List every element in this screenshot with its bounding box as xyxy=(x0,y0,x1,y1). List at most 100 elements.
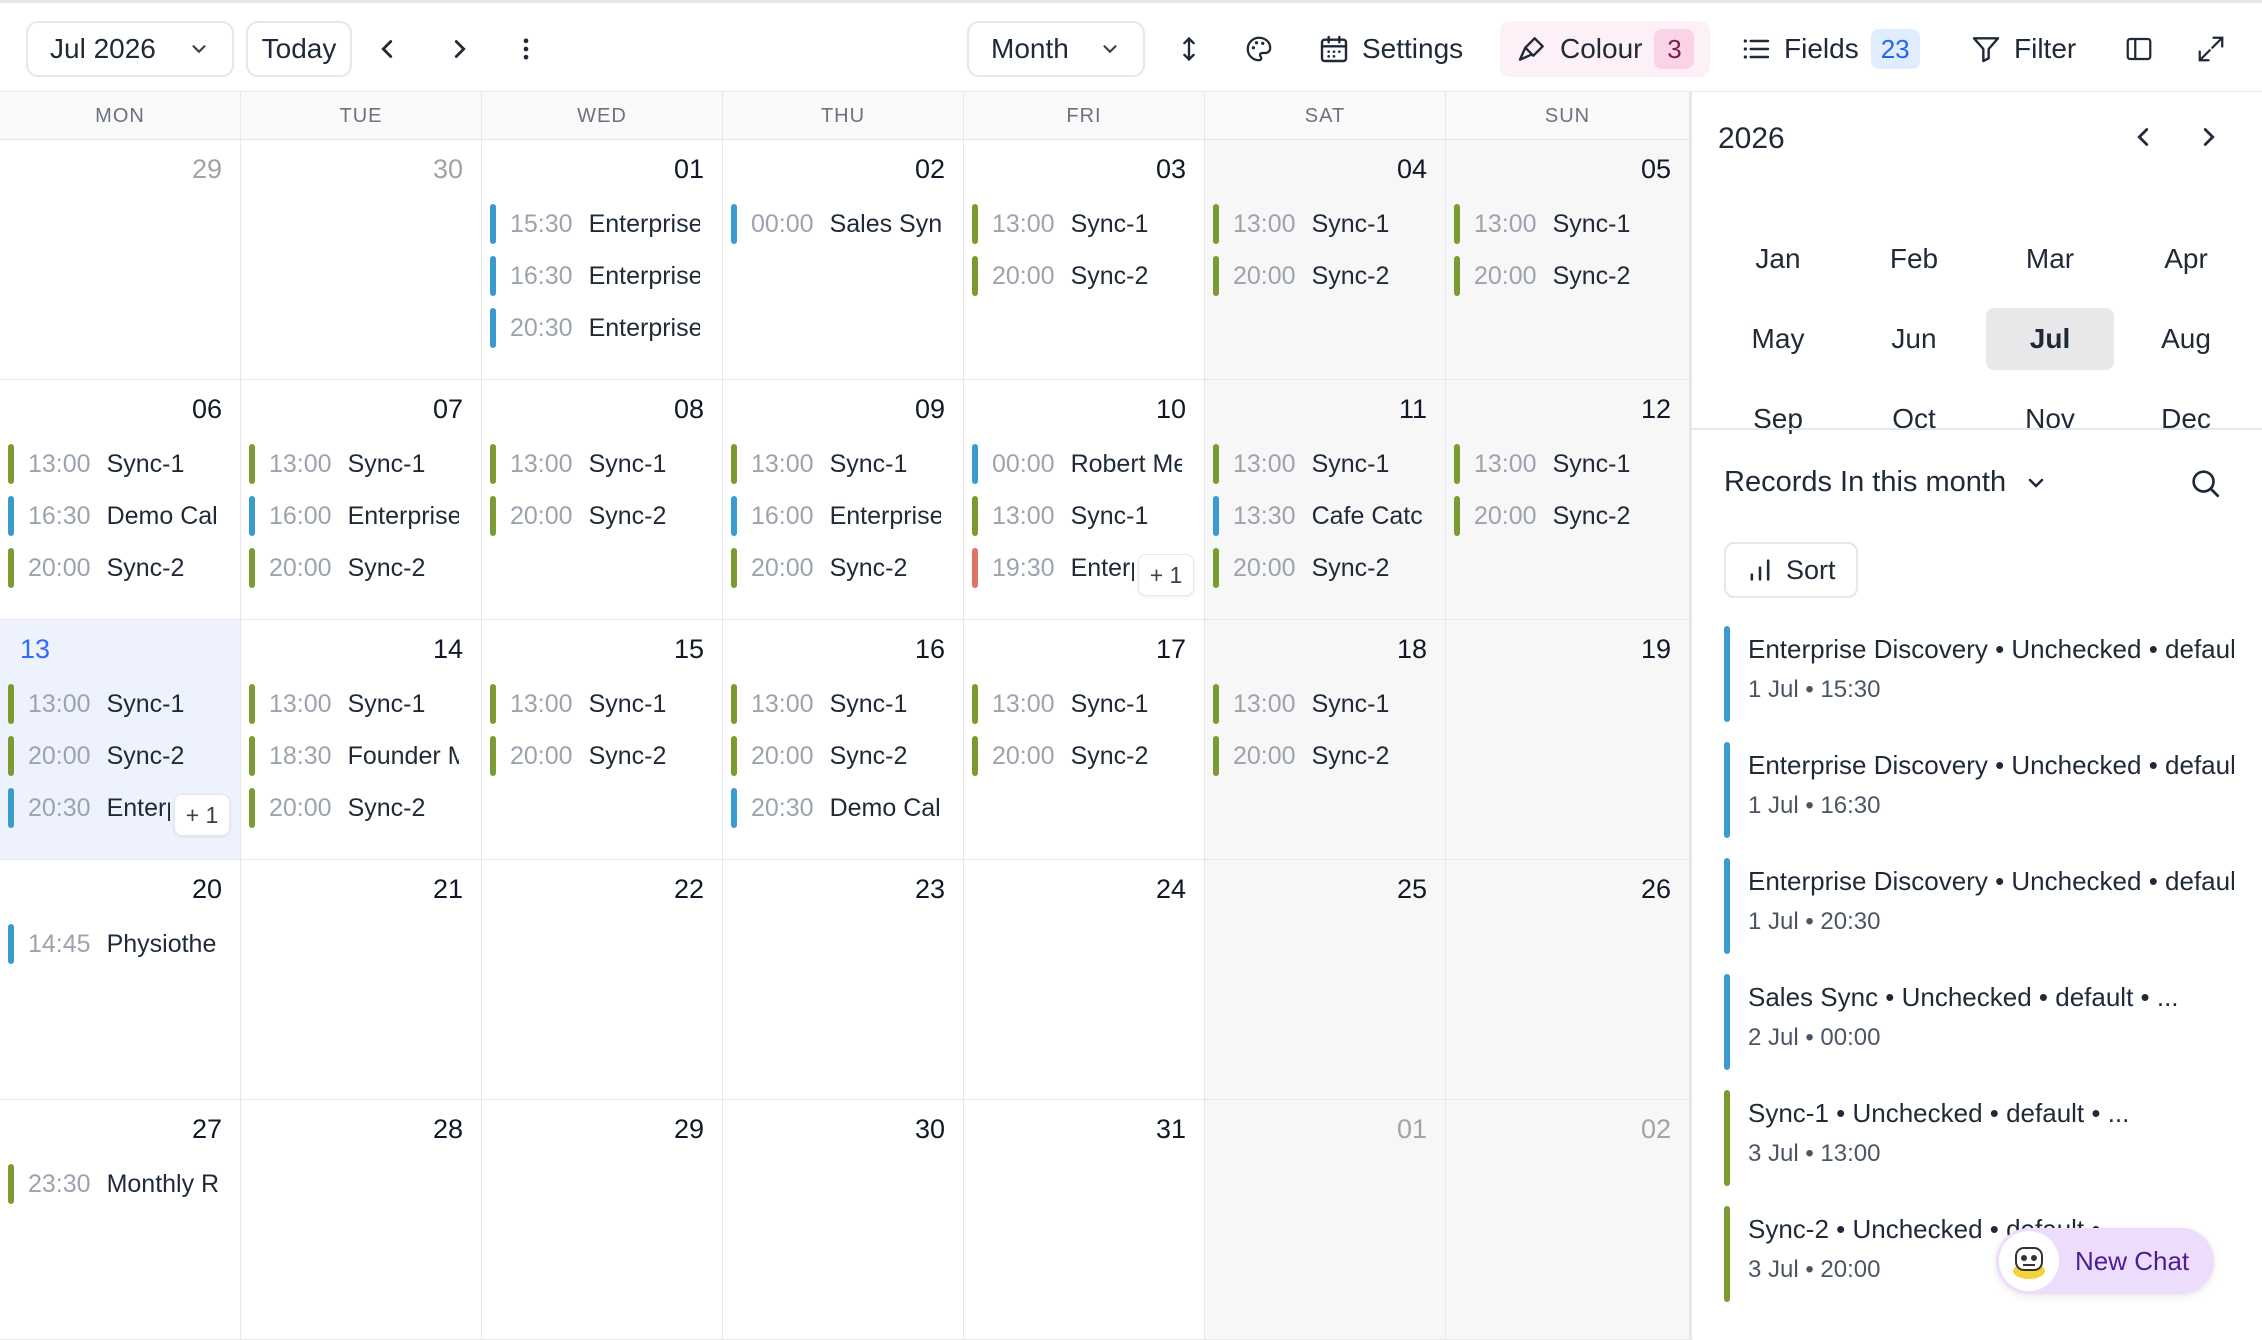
colour-button[interactable]: Colour 3 xyxy=(1500,21,1711,77)
next-year-button[interactable] xyxy=(2194,122,2224,157)
calendar-event[interactable]: 13:00 Sync-1 xyxy=(8,442,230,486)
view-select-button[interactable]: Month xyxy=(967,21,1145,77)
day-cell[interactable]: 15 13:00 Sync-1 20:00 Sync-2 xyxy=(482,620,723,860)
month-option[interactable]: Nov xyxy=(1986,388,2114,450)
day-cell[interactable]: 07 13:00 Sync-1 16:00 Enterprise Discovery 20… xyxy=(241,380,482,620)
day-cell[interactable]: 31 xyxy=(964,1100,1205,1340)
calendar-event[interactable]: 20:00 Sync-2 xyxy=(249,546,471,590)
calendar-event[interactable]: 20:00 Sync-2 xyxy=(731,546,953,590)
month-option[interactable]: Mar xyxy=(1986,228,2114,290)
calendar-event[interactable]: 20:00 Sync-2 xyxy=(1213,546,1435,590)
calendar-event[interactable]: 20:00 Sync-2 xyxy=(731,734,953,778)
day-cell[interactable]: 30 xyxy=(723,1100,964,1340)
record-item[interactable]: Sync-1 • Unchecked • default • ... 3 Jul … xyxy=(1724,1090,2234,1190)
calendar-event[interactable]: 13:00 Sync-1 xyxy=(1454,442,1679,486)
calendar-event[interactable]: 13:00 Sync-1 xyxy=(249,682,471,726)
fields-button[interactable]: Fields 23 xyxy=(1740,21,1920,77)
day-cell[interactable]: 17 13:00 Sync-1 20:00 Sync-2 xyxy=(964,620,1205,860)
day-cell[interactable]: 24 xyxy=(964,860,1205,1100)
expand-button[interactable] xyxy=(2196,21,2226,77)
calendar-event[interactable]: 13:00 Sync-1 xyxy=(249,442,471,486)
calendar-event[interactable]: 20:00 Sync-2 xyxy=(8,734,230,778)
filter-button[interactable]: Filter xyxy=(1970,21,2076,77)
sort-button[interactable]: Sort xyxy=(1724,542,1858,598)
calendar-event[interactable]: 13:00 Sync-1 xyxy=(731,442,953,486)
month-option[interactable]: Jan xyxy=(1714,228,1842,290)
day-cell[interactable]: 03 13:00 Sync-1 20:00 Sync-2 xyxy=(964,140,1205,380)
day-cell[interactable]: 28 xyxy=(241,1100,482,1340)
day-cell[interactable]: 29 xyxy=(0,140,241,380)
calendar-event[interactable]: 20:00 Sync-2 xyxy=(249,786,471,830)
calendar-event[interactable]: 13:00 Sync-1 xyxy=(972,202,1194,246)
new-chat-button[interactable]: New Chat xyxy=(1996,1228,2214,1294)
prev-month-button[interactable] xyxy=(372,21,402,77)
calendar-event[interactable]: 18:30 Founder Meeting xyxy=(249,734,471,778)
more-events-button[interactable]: + 1 xyxy=(1138,554,1194,596)
day-cell[interactable]: 05 13:00 Sync-1 20:00 Sync-2 xyxy=(1446,140,1690,380)
calendar-event[interactable]: 16:00 Enterprise Discovery xyxy=(249,494,471,538)
day-cell[interactable]: 06 13:00 Sync-1 16:30 Demo Call 20:00 Sync-2 xyxy=(0,380,241,620)
day-cell[interactable]: 30 xyxy=(241,140,482,380)
record-item[interactable]: Sales Sync • Unchecked • default • ... 2 … xyxy=(1724,974,2234,1074)
day-cell[interactable]: 23 xyxy=(723,860,964,1100)
day-cell[interactable]: 22 xyxy=(482,860,723,1100)
calendar-event[interactable]: 13:00 Sync-1 xyxy=(972,494,1194,538)
calendar-event[interactable]: 13:00 Sync-1 xyxy=(1213,202,1435,246)
calendar-event[interactable]: 13:00 Sync-1 xyxy=(490,442,712,486)
calendar-event[interactable]: 20:00 Sync-2 xyxy=(8,546,230,590)
day-cell[interactable]: 21 xyxy=(241,860,482,1100)
day-cell[interactable]: 14 13:00 Sync-1 18:30 Founder Meeting 20:00 Sy… xyxy=(241,620,482,860)
calendar-event[interactable]: 14:45 Physiotherapy xyxy=(8,922,230,966)
search-records-button[interactable] xyxy=(2188,466,2222,505)
month-option[interactable]: May xyxy=(1714,308,1842,370)
calendar-event[interactable]: 23:30 Monthly Review xyxy=(8,1162,230,1206)
month-option[interactable]: Aug xyxy=(2122,308,2250,370)
calendar-event[interactable]: 20:30 Enterprise Discovery xyxy=(490,306,712,350)
month-option[interactable]: Sep xyxy=(1714,388,1842,450)
calendar-event[interactable]: 19:30 Enterprise xyxy=(972,546,1146,590)
calendar-event[interactable]: 20:00 Sync-2 xyxy=(490,494,712,538)
calendar-event[interactable]: 13:00 Sync-1 xyxy=(490,682,712,726)
calendar-event[interactable]: 13:00 Sync-1 xyxy=(1454,202,1679,246)
today-button[interactable]: Today xyxy=(246,21,352,77)
day-cell[interactable]: 01 xyxy=(1205,1100,1446,1340)
record-item[interactable]: Enterprise Discovery • Unchecked • defau… xyxy=(1724,858,2234,958)
calendar-event[interactable]: 13:00 Sync-1 xyxy=(1213,682,1435,726)
row-height-button[interactable] xyxy=(1175,21,1203,77)
day-cell[interactable]: 29 xyxy=(482,1100,723,1340)
calendar-event[interactable]: 13:30 Cafe Catchup xyxy=(1213,494,1435,538)
month-picker-button[interactable]: Jul 2026 xyxy=(26,21,234,77)
calendar-event[interactable]: 20:00 Sync-2 xyxy=(1213,254,1435,298)
more-events-button[interactable]: + 1 xyxy=(174,794,230,836)
day-cell[interactable]: 11 13:00 Sync-1 13:30 Cafe Catchup 20:00 Sync-… xyxy=(1205,380,1446,620)
calendar-event[interactable]: 20:00 Sync-2 xyxy=(972,734,1194,778)
calendar-event[interactable]: 20:30 Demo Call xyxy=(731,786,953,830)
calendar-event[interactable]: 16:00 Enterprise Discovery xyxy=(731,494,953,538)
more-options-button[interactable] xyxy=(512,21,540,77)
day-cell[interactable]: 10 00:00 Robert Meeting 13:00 Sync-1 19:30 Ent… xyxy=(964,380,1205,620)
calendar-event[interactable]: 13:00 Sync-1 xyxy=(731,682,953,726)
day-cell[interactable]: 01 15:30 Enterprise Discovery 16:30 Enterpri… xyxy=(482,140,723,380)
day-cell[interactable]: 20 14:45 Physiotherapy xyxy=(0,860,241,1100)
day-cell[interactable]: 08 13:00 Sync-1 20:00 Sync-2 xyxy=(482,380,723,620)
prev-year-button[interactable] xyxy=(2128,122,2158,157)
calendar-event[interactable]: 16:30 Enterprise Discovery xyxy=(490,254,712,298)
records-heading-button[interactable]: Records In this month xyxy=(1724,466,2048,499)
calendar-event[interactable]: 13:00 Sync-1 xyxy=(8,682,230,726)
calendar-event[interactable]: 20:00 Sync-2 xyxy=(1454,494,1679,538)
settings-button[interactable]: Settings xyxy=(1318,21,1463,77)
calendar-event[interactable]: 13:00 Sync-1 xyxy=(972,682,1194,726)
next-month-button[interactable] xyxy=(445,21,475,77)
day-cell[interactable]: 26 xyxy=(1446,860,1690,1100)
record-item[interactable]: Enterprise Discovery • Unchecked • defau… xyxy=(1724,742,2234,842)
calendar-event[interactable]: 20:00 Sync-2 xyxy=(490,734,712,778)
calendar-event[interactable]: 15:30 Enterprise Discovery xyxy=(490,202,712,246)
calendar-event[interactable]: 16:30 Demo Call xyxy=(8,494,230,538)
calendar-event[interactable]: 20:30 Enterprise xyxy=(8,786,182,830)
day-cell[interactable]: 09 13:00 Sync-1 16:00 Enterprise Discovery 20… xyxy=(723,380,964,620)
day-cell[interactable]: 13 13:00 Sync-1 20:00 Sync-2 20:30 Enterprise+… xyxy=(0,620,241,860)
calendar-event[interactable]: 20:00 Sync-2 xyxy=(1213,734,1435,778)
day-cell[interactable]: 02 xyxy=(1446,1100,1690,1340)
day-cell[interactable]: 25 xyxy=(1205,860,1446,1100)
month-option[interactable]: Apr xyxy=(2122,228,2250,290)
